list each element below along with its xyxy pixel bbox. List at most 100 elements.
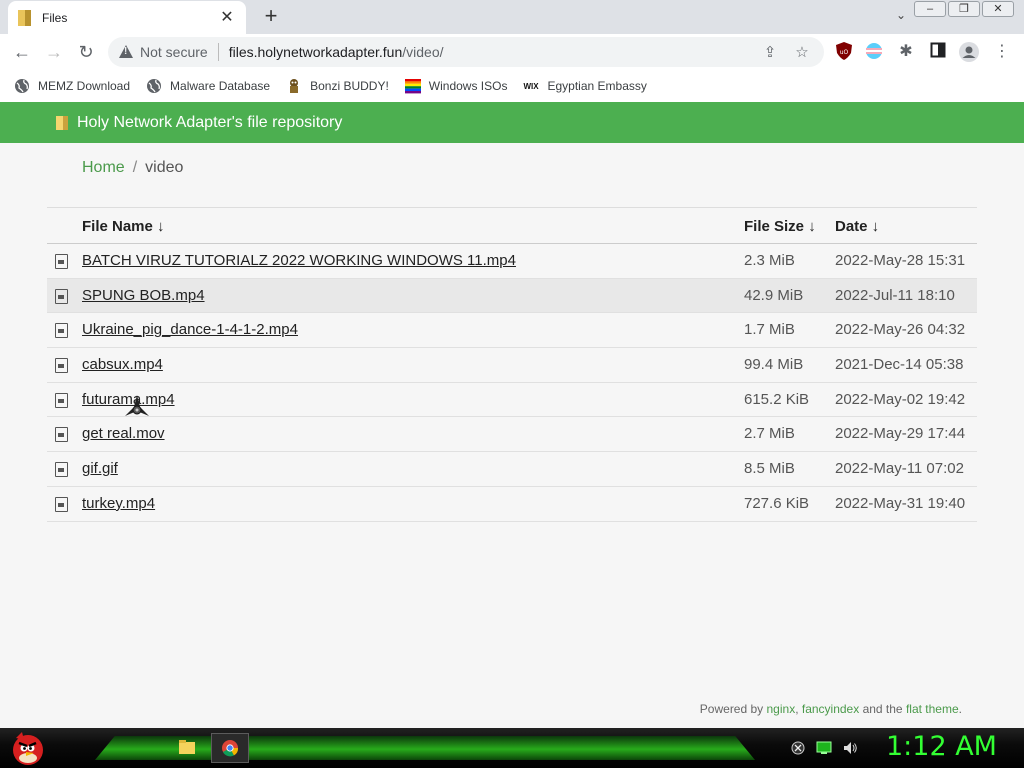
file-size: 2.7 MiB — [744, 425, 795, 443]
battery-monitor-icon[interactable] — [816, 740, 832, 756]
file-name-link[interactable]: gif.gif — [82, 460, 118, 477]
bookmark-star-icon[interactable]: ☆ — [790, 43, 814, 61]
url-path: /video/ — [402, 44, 444, 60]
not-secure-label[interactable]: Not secure — [140, 44, 208, 60]
table-row[interactable]: SPUNG BOB.mp4 42.9 MiB 2022-Jul-11 18:10 — [47, 278, 977, 314]
kebab-menu-icon[interactable]: ⋮ — [992, 42, 1012, 62]
flat-theme-link[interactable]: flat theme — [906, 702, 959, 716]
table-row[interactable]: gif.gif 8.5 MiB 2022-May-11 07:02 — [47, 452, 977, 487]
url-text[interactable]: files.holynetworkadapter.fun/video/ — [229, 44, 750, 60]
file-name-link[interactable]: SPUNG BOB.mp4 — [82, 287, 205, 304]
wix-icon: WIX — [523, 81, 539, 91]
globe-icon — [147, 79, 162, 93]
forward-arrow-icon[interactable]: → — [38, 36, 70, 68]
svg-text:uO: uO — [840, 49, 849, 56]
file-size: 727.6 KiB — [744, 494, 810, 512]
warning-triangle-icon[interactable] — [118, 44, 134, 60]
table-body: BATCH VIRUZ TUTORIALZ 2022 WORKING WINDO… — [47, 244, 977, 522]
extensions-puzzle-icon[interactable]: ✱ — [896, 42, 916, 62]
taskbar: 1:12 AM — [0, 728, 1024, 768]
browser-tab-files[interactable]: Files ✕ — [8, 1, 246, 34]
back-arrow-icon[interactable]: ← — [6, 36, 38, 68]
breadcrumb-home-link[interactable]: Home — [82, 159, 125, 176]
breadcrumb-separator: / — [132, 159, 138, 176]
window-controls: – ❐ ✕ — [914, 1, 1014, 17]
footer-comma: , — [795, 702, 802, 716]
file-date: 2022-May-31 19:40 — [835, 494, 966, 512]
bookmark-label: Bonzi BUDDY! — [310, 79, 389, 93]
network-icon[interactable] — [790, 740, 806, 756]
rainbow-flag-icon — [404, 79, 421, 94]
sort-by-name-header[interactable]: File Name ↓ — [82, 218, 165, 235]
site-header: Holy Network Adapter's file repository — [0, 102, 1024, 143]
address-bar[interactable]: Not secure files.holynetworkadapter.fun/… — [108, 37, 824, 67]
ublock-origin-icon[interactable]: uO — [834, 42, 854, 62]
table-row[interactable]: futurama.mp4 615.2 KiB 2022-May-02 19:42 — [47, 383, 977, 418]
file-size: 42.9 MiB — [744, 286, 804, 304]
file-name-link[interactable]: turkey.mp4 — [82, 495, 155, 512]
bookmark-label: Malware Database — [170, 79, 271, 93]
file-size: 8.5 MiB — [744, 460, 795, 478]
table-row[interactable]: cabsux.mp4 99.4 MiB 2021-Dec-14 05:38 — [47, 348, 977, 383]
footer-prefix: Powered by — [699, 702, 767, 716]
file-name-link[interactable]: BATCH VIRUZ TUTORIALZ 2022 WORKING WINDO… — [82, 252, 516, 269]
reload-icon[interactable]: ↻ — [70, 36, 102, 68]
file-name-link[interactable]: cabsux.mp4 — [82, 356, 163, 373]
trans-flag-extension-icon[interactable] — [864, 42, 884, 62]
file-name-link[interactable]: Ukraine_pig_dance-1-4-1-2.mp4 — [82, 321, 298, 338]
table-row[interactable]: turkey.mp4 727.6 KiB 2022-May-31 19:40 — [47, 487, 977, 522]
file-date: 2022-May-28 15:31 — [835, 252, 966, 269]
breadcrumb: Home / video — [82, 159, 183, 177]
globe-icon — [15, 79, 29, 93]
angry-bird-start-icon[interactable] — [8, 728, 48, 768]
profile-avatar-icon[interactable] — [959, 42, 979, 62]
video-file-icon — [55, 254, 68, 269]
file-size: 99.4 MiB — [744, 356, 804, 374]
share-icon[interactable]: ⇪ — [758, 43, 782, 61]
file-date: 2021-Dec-14 05:38 — [835, 356, 964, 374]
bookmark-egyptian-embassy[interactable]: WIX Egyptian Embassy — [523, 79, 646, 93]
breadcrumb-current: video — [145, 159, 184, 176]
tab-close-icon[interactable]: ✕ — [218, 9, 236, 27]
file-explorer-taskbar-button[interactable] — [168, 733, 206, 763]
nginx-link[interactable]: nginx — [767, 702, 796, 716]
image-file-icon — [55, 462, 68, 478]
side-panel-icon[interactable] — [928, 42, 948, 62]
web-page: Holy Network Adapter's file repository H… — [0, 102, 1024, 728]
taskbar-clock[interactable]: 1:12 AM — [886, 731, 997, 762]
volume-icon[interactable] — [842, 740, 858, 756]
table-row[interactable]: BATCH VIRUZ TUTORIALZ 2022 WORKING WINDO… — [47, 244, 977, 279]
minimize-button[interactable]: – — [914, 1, 946, 17]
folder-icon — [56, 115, 68, 130]
fancyindex-link[interactable]: fancyindex — [802, 702, 859, 716]
video-file-icon — [55, 323, 68, 339]
bonzi-icon — [290, 79, 299, 93]
bookmark-label: Windows ISOs — [428, 79, 508, 93]
video-file-icon — [55, 496, 68, 512]
omnibox-divider — [217, 43, 219, 61]
sort-by-size-header[interactable]: File Size ↓ — [744, 218, 816, 235]
sort-by-date-header[interactable]: Date ↓ — [835, 218, 879, 235]
footer-suffix: . — [958, 702, 962, 716]
new-tab-button[interactable]: + — [260, 5, 282, 28]
folder-favicon-icon — [18, 9, 32, 26]
table-row[interactable]: Ukraine_pig_dance-1-4-1-2.mp4 1.7 MiB 2022… — [47, 313, 977, 349]
video-file-icon — [55, 392, 68, 408]
video-file-icon — [55, 288, 68, 304]
video-file-icon — [55, 358, 68, 374]
bookmark-label: MEMZ Download — [38, 79, 131, 93]
bookmarks-bar: MEMZ Download Malware Database Bonzi BUD… — [0, 70, 1024, 102]
file-name-link[interactable]: get real.mov — [82, 425, 165, 442]
close-window-button[interactable]: ✕ — [982, 1, 1014, 17]
table-row[interactable]: get real.mov 2.7 MiB 2022-May-29 17:44 — [47, 417, 977, 453]
bookmark-memz[interactable]: MEMZ Download — [14, 78, 130, 94]
bookmark-windows-isos[interactable]: Windows ISOs — [404, 78, 508, 94]
restore-button[interactable]: ❐ — [948, 1, 980, 17]
file-date: 2022-May-02 19:42 — [835, 390, 966, 408]
folder-icon — [179, 740, 195, 754]
tab-search-chevron-icon[interactable]: ⌄ — [896, 8, 906, 22]
bookmark-malware-database[interactable]: Malware Database — [146, 78, 270, 94]
bookmark-bonzi-buddy[interactable]: Bonzi BUDDY! — [286, 78, 389, 94]
url-host: files.holynetworkadapter.fun — [228, 44, 403, 60]
chrome-taskbar-button[interactable] — [211, 733, 249, 763]
